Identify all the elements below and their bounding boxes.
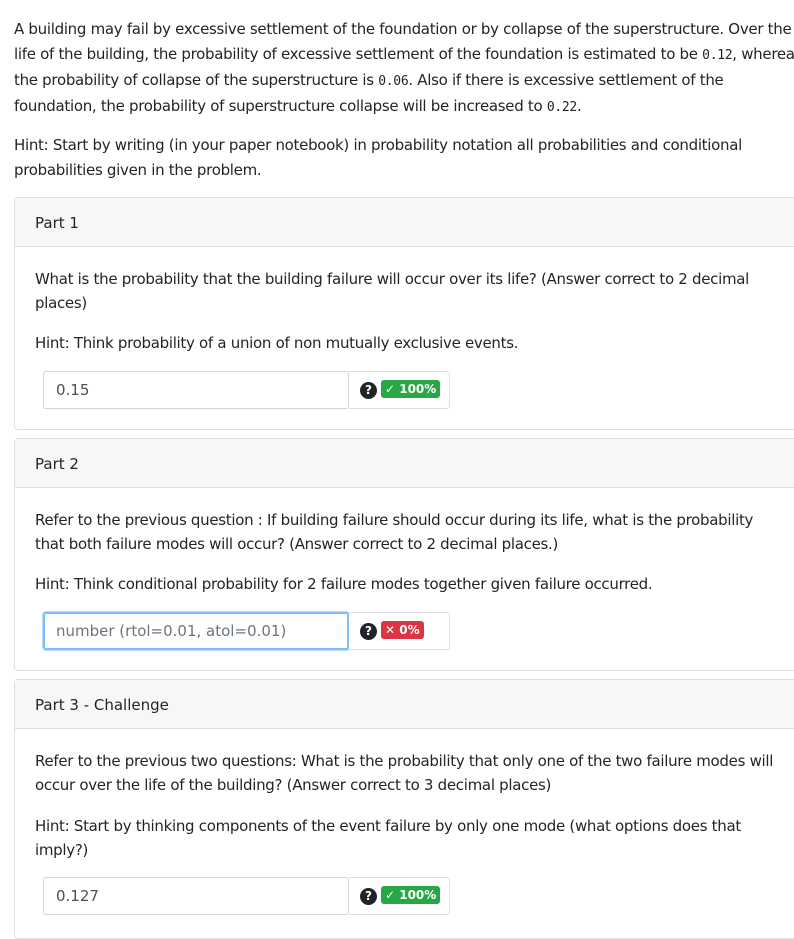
part-3-card: Part 3 - Challenge Refer to the previous… [14,679,794,939]
part-3-hint: Hint: Start by thinking components of th… [35,817,741,859]
part-1-question: What is the probability that the buildin… [35,270,750,312]
question-circle-icon[interactable]: ? [360,623,377,640]
part-2-status: ? ✕ 0% [349,612,450,650]
part-1-title: Part 1 [15,198,794,247]
part-2-question: Refer to the previous question : If buil… [35,511,754,553]
part-3-status: ? ✓ 100% [349,877,450,915]
part-1-card: Part 1 What is the probability that the … [14,197,794,430]
part-3-title: Part 3 - Challenge [15,680,794,729]
problem-value: 0.12 [702,48,733,63]
part-3-score-badge: ✓ 100% [381,886,441,904]
problem-text: . [576,97,582,115]
part-2-answer-input[interactable] [43,612,349,650]
problem-hint: Hint: Start by writing (in your paper no… [14,136,742,179]
problem-text: A building may fail by excessive settlem… [14,20,792,63]
part-1-answer-input[interactable] [43,371,349,409]
question-circle-icon[interactable]: ? [360,382,377,399]
question-page: A building may fail by excessive settlem… [0,0,794,939]
part-1-status: ? ✓ 100% [349,371,450,409]
problem-value: 0.06 [378,74,409,89]
part-2-score-badge: ✕ 0% [381,621,424,639]
part-2-title: Part 2 [15,439,794,488]
part-1-hint: Hint: Think probability of a union of no… [35,334,519,352]
part-1-score-badge: ✓ 100% [381,380,441,398]
part-2-hint: Hint: Think conditional probability for … [35,575,653,593]
part-3-answer-input[interactable] [43,877,349,915]
problem-statement: A building may fail by excessive settlem… [14,17,794,120]
question-circle-icon[interactable]: ? [360,888,377,905]
part-3-question: Refer to the previous two questions: Wha… [35,752,774,794]
part-2-card: Part 2 Refer to the previous question : … [14,438,794,671]
problem-value: 0.22 [546,100,577,115]
